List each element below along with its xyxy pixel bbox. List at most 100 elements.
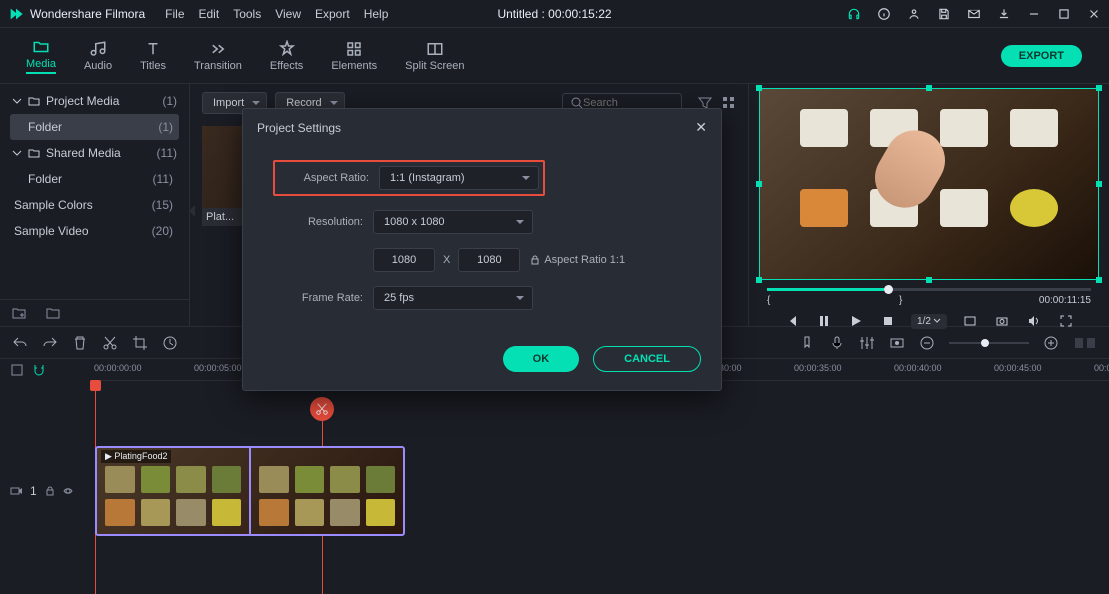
menu-file[interactable]: File bbox=[165, 7, 184, 21]
aspect-ratio-label: Aspect Ratio: bbox=[279, 172, 369, 184]
split-marker-icon[interactable] bbox=[310, 397, 334, 421]
snapshot-button[interactable] bbox=[993, 312, 1011, 330]
fullscreen-button[interactable] bbox=[1057, 312, 1075, 330]
chevron-down-icon bbox=[12, 96, 22, 106]
tab-split-screen[interactable]: Split Screen bbox=[391, 40, 478, 72]
sidebar-project-media[interactable]: Project Media (1) bbox=[10, 88, 179, 114]
save-icon[interactable] bbox=[937, 7, 951, 21]
cut-icon[interactable] bbox=[102, 335, 118, 351]
titlebar: Wondershare Filmora File Edit Tools View… bbox=[0, 0, 1109, 28]
framerate-label: Frame Rate: bbox=[273, 292, 363, 304]
transition-icon bbox=[209, 40, 227, 58]
tab-elements[interactable]: Elements bbox=[317, 40, 391, 72]
tab-audio[interactable]: Audio bbox=[70, 40, 126, 72]
lock-icon[interactable] bbox=[45, 486, 55, 496]
zoom-fit-icon[interactable] bbox=[1073, 335, 1097, 351]
app-logo-icon bbox=[8, 6, 24, 22]
sidebar-bottom-toolbar bbox=[0, 299, 189, 326]
document-title: Untitled : 00:00:15:22 bbox=[497, 7, 611, 21]
menu-tools[interactable]: Tools bbox=[233, 7, 261, 21]
folder-icon bbox=[28, 147, 40, 159]
resolution-dropdown[interactable]: 1080 x 1080 bbox=[373, 210, 533, 234]
speed-icon[interactable] bbox=[162, 335, 178, 351]
export-button[interactable]: EXPORT bbox=[1001, 45, 1082, 67]
height-input[interactable] bbox=[458, 248, 520, 272]
ok-button[interactable]: OK bbox=[503, 346, 580, 372]
folder-icon bbox=[32, 38, 50, 56]
magnet-icon[interactable] bbox=[32, 363, 46, 377]
video-track-icon bbox=[10, 485, 22, 497]
titlebar-actions bbox=[847, 7, 1101, 21]
sidebar-project-folder[interactable]: Folder (1) bbox=[10, 114, 179, 140]
account-icon[interactable] bbox=[907, 7, 921, 21]
maximize-icon[interactable] bbox=[1057, 7, 1071, 21]
stop-button[interactable] bbox=[879, 312, 897, 330]
crop-icon[interactable] bbox=[132, 335, 148, 351]
tab-media[interactable]: Media bbox=[12, 38, 70, 74]
project-settings-dialog: Project Settings ✕ Aspect Ratio: 1:1 (In… bbox=[242, 108, 722, 391]
zoom-slider[interactable] bbox=[949, 342, 1029, 344]
timeline-clip[interactable]: ▶ PlatingFood2 bbox=[95, 446, 405, 536]
timeline-options-icon[interactable] bbox=[10, 363, 24, 377]
aspect-lock-text: Aspect Ratio 1:1 bbox=[544, 254, 625, 266]
pause-button[interactable] bbox=[815, 312, 833, 330]
folder-icon[interactable] bbox=[46, 306, 60, 320]
sidebar-sample-video[interactable]: Sample Video (20) bbox=[10, 218, 179, 244]
mail-icon[interactable] bbox=[967, 7, 981, 21]
preview-panel: { } 00:00:11:15 1/2 bbox=[749, 84, 1109, 326]
cancel-button[interactable]: CANCEL bbox=[593, 346, 701, 372]
zoom-out-icon[interactable] bbox=[919, 335, 935, 351]
grid-view-icon[interactable] bbox=[722, 96, 736, 110]
folder-icon bbox=[28, 95, 40, 107]
redo-icon[interactable] bbox=[42, 335, 58, 351]
minimize-icon[interactable] bbox=[1027, 7, 1041, 21]
split-screen-icon bbox=[426, 40, 444, 58]
framerate-dropdown[interactable]: 25 fps bbox=[373, 286, 533, 310]
volume-button[interactable] bbox=[1025, 312, 1043, 330]
sidebar-shared-media[interactable]: Shared Media (11) bbox=[10, 140, 179, 166]
close-icon[interactable]: ✕ bbox=[695, 119, 707, 136]
preview-scale-dropdown[interactable]: 1/2 bbox=[911, 314, 947, 329]
sidebar-shared-folder[interactable]: Folder (11) bbox=[10, 166, 179, 192]
main-menu: File Edit Tools View Export Help bbox=[165, 7, 388, 21]
dialog-title: Project Settings bbox=[257, 121, 341, 135]
preview-viewport[interactable] bbox=[759, 88, 1099, 280]
audio-mixer-icon[interactable] bbox=[859, 335, 875, 351]
width-input[interactable] bbox=[373, 248, 435, 272]
quality-button[interactable] bbox=[961, 312, 979, 330]
menu-edit[interactable]: Edit bbox=[199, 7, 220, 21]
audio-icon bbox=[89, 40, 107, 58]
preview-scrubber[interactable] bbox=[767, 288, 1091, 291]
mark-out-icon[interactable]: } bbox=[899, 295, 902, 306]
visibility-icon[interactable] bbox=[63, 486, 73, 496]
tab-effects[interactable]: Effects bbox=[256, 40, 317, 72]
collapse-sidebar-icon[interactable] bbox=[189, 205, 195, 217]
chevron-down-icon bbox=[12, 148, 22, 158]
timeline: 00:00:00:00 00:00:05:00 00:00:30:00 00:0… bbox=[0, 358, 1109, 594]
menu-export[interactable]: Export bbox=[315, 7, 350, 21]
download-icon[interactable] bbox=[997, 7, 1011, 21]
close-window-icon[interactable] bbox=[1087, 7, 1101, 21]
lock-icon[interactable] bbox=[530, 255, 540, 265]
delete-icon[interactable] bbox=[72, 335, 88, 351]
new-folder-icon[interactable] bbox=[12, 306, 26, 320]
voiceover-icon[interactable] bbox=[829, 335, 845, 351]
mark-in-icon[interactable]: { bbox=[767, 295, 770, 306]
play-button[interactable] bbox=[847, 312, 865, 330]
marker-icon[interactable] bbox=[799, 335, 815, 351]
aspect-ratio-dropdown[interactable]: 1:1 (Instagram) bbox=[379, 166, 539, 190]
keyframe-icon[interactable] bbox=[889, 335, 905, 351]
menu-view[interactable]: View bbox=[275, 7, 301, 21]
headphones-icon[interactable] bbox=[847, 7, 861, 21]
titles-icon bbox=[144, 40, 162, 58]
resolution-label: Resolution: bbox=[273, 216, 363, 228]
zoom-in-icon[interactable] bbox=[1043, 335, 1059, 351]
undo-icon[interactable] bbox=[12, 335, 28, 351]
tab-transition[interactable]: Transition bbox=[180, 40, 256, 72]
workspace-tabs: Media Audio Titles Transition Effects El… bbox=[0, 28, 1109, 84]
sidebar-sample-colors[interactable]: Sample Colors (15) bbox=[10, 192, 179, 218]
menu-help[interactable]: Help bbox=[364, 7, 389, 21]
tab-titles[interactable]: Titles bbox=[126, 40, 180, 72]
info-icon[interactable] bbox=[877, 7, 891, 21]
prev-frame-button[interactable] bbox=[783, 312, 801, 330]
